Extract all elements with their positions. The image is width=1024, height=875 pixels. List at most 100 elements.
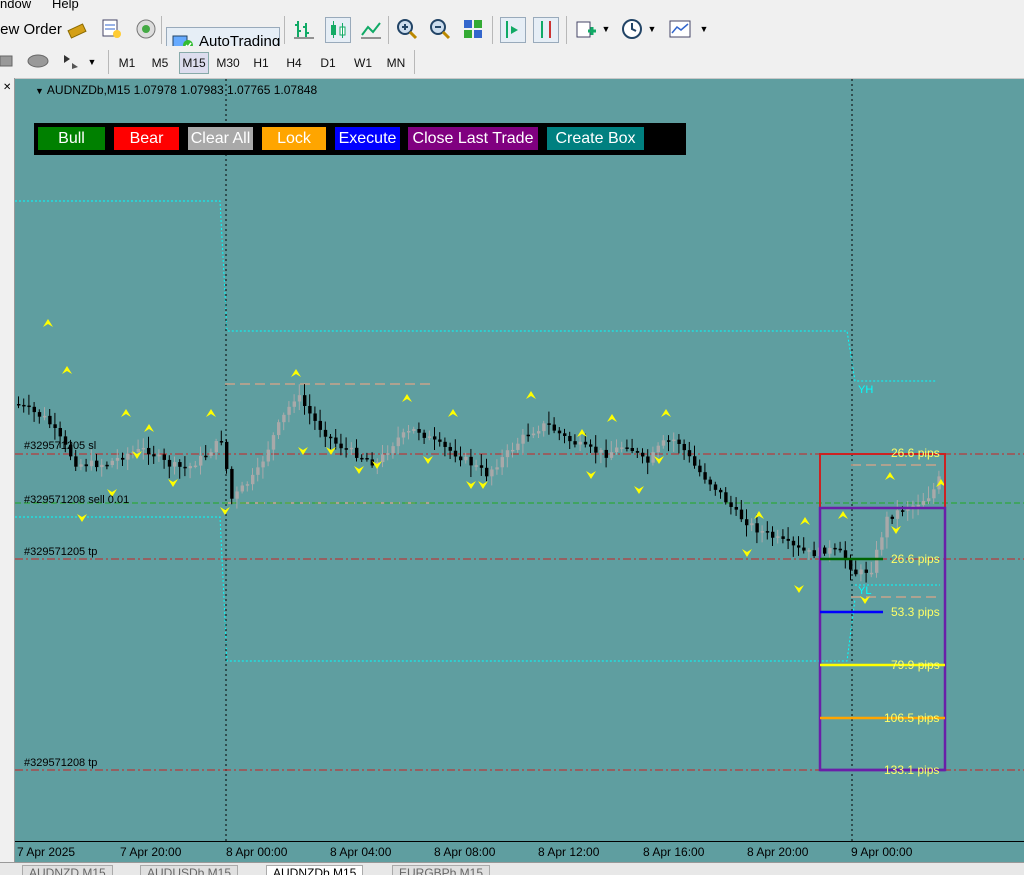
candles-group [17, 384, 941, 583]
candle-body [927, 498, 931, 501]
candle-body [277, 422, 281, 436]
arrows-icon[interactable] [60, 51, 84, 75]
candle-body [552, 424, 556, 431]
timeframe-m5[interactable]: M5 [146, 52, 174, 74]
candle-body [573, 441, 577, 445]
candle-body [760, 531, 764, 533]
toolbar-separator [108, 50, 109, 74]
candle-body [703, 472, 707, 480]
candle-body [105, 464, 109, 467]
candle-body [594, 446, 598, 453]
candle-body [141, 447, 146, 450]
lock-button[interactable]: Lock [262, 127, 326, 150]
candle-body [173, 462, 177, 467]
candle-body [823, 547, 827, 554]
periods-clock-icon[interactable] [620, 17, 644, 41]
timeframe-h4[interactable]: H4 [280, 52, 308, 74]
collapse-arrow-icon[interactable]: ▼ [35, 86, 44, 96]
templates-dropdown-icon[interactable]: ▼ [698, 22, 710, 36]
zoom-in-icon[interactable] [395, 17, 419, 41]
candle-body [739, 509, 744, 520]
candle-body [479, 465, 484, 468]
candle-body [136, 448, 140, 453]
create-box-button[interactable]: Create Box [547, 127, 644, 150]
candle-body [459, 456, 463, 461]
execute-button[interactable]: Execute [335, 127, 400, 150]
yl-marker: YL [858, 585, 872, 597]
candle-body [329, 436, 333, 439]
fractal-up-arrow [121, 409, 131, 417]
candle-body [745, 519, 749, 526]
data-window-icon[interactable] [100, 17, 124, 41]
candle-body [225, 441, 229, 469]
candle-body [724, 492, 728, 503]
indicators-dropdown-icon[interactable]: ▼ [600, 22, 612, 36]
timeframe-mn[interactable]: MN [381, 52, 411, 74]
fractal-arrows-group [43, 319, 946, 604]
candle-body [500, 457, 504, 468]
timeframe-d1[interactable]: D1 [314, 52, 342, 74]
candle-body [620, 447, 624, 449]
toolbar-separator [414, 50, 415, 74]
chart-area[interactable]: ▼ AUDNZDb,M15 1.07978 1.07983 1.07765 1.0… [15, 79, 1024, 841]
candle-body [386, 453, 390, 455]
candle-body [422, 432, 426, 438]
periods-dropdown-icon[interactable]: ▼ [646, 22, 658, 36]
candle-body [167, 459, 172, 467]
time-label: 8 Apr 00:00 [226, 845, 288, 859]
candlestick-chart-icon[interactable] [325, 17, 351, 43]
arrows-dropdown-icon[interactable]: ▼ [86, 55, 98, 69]
chart-shift-icon[interactable] [533, 17, 559, 43]
fractal-up-arrow [144, 424, 154, 432]
zoom-out-icon[interactable] [428, 17, 452, 41]
price-chart[interactable] [15, 79, 1024, 841]
templates-icon[interactable] [668, 17, 692, 41]
candle-body [32, 406, 36, 413]
bull-button[interactable]: Bull [38, 127, 105, 150]
candle-body [427, 436, 432, 438]
timeframe-w1[interactable]: W1 [348, 52, 378, 74]
menu-window[interactable]: ndow [0, 0, 31, 11]
signals-icon[interactable] [134, 17, 158, 41]
timeframe-m1[interactable]: M1 [113, 52, 141, 74]
candle-body [464, 456, 468, 461]
candle-body [916, 504, 920, 507]
bear-button[interactable]: Bear [114, 127, 179, 150]
candle-body [323, 429, 328, 437]
candle-body [583, 441, 588, 445]
new-order-button[interactable]: ew Order [0, 16, 62, 42]
menu-help[interactable]: Help [52, 0, 79, 11]
candle-body [251, 474, 255, 485]
ellipse-icon[interactable] [26, 51, 50, 75]
candle-body [526, 434, 530, 437]
candle-body [542, 423, 546, 432]
candle-body [74, 456, 78, 467]
close-panel-icon[interactable]: ✕ [3, 82, 11, 93]
timeframe-m15[interactable]: M15 [179, 52, 209, 74]
candle-body [828, 547, 832, 554]
candle-body [615, 447, 619, 453]
candle-body [630, 447, 634, 452]
candle-body [84, 464, 88, 467]
timeframe-m30[interactable]: M30 [213, 52, 243, 74]
auto-scroll-icon[interactable] [500, 17, 526, 43]
fractal-up-arrow [291, 369, 301, 377]
close-last-trade-button[interactable]: Close Last Trade [408, 127, 538, 150]
fractal-down-arrow [654, 456, 664, 464]
candle-body [490, 469, 494, 477]
clear-all-button[interactable]: Clear All [188, 127, 253, 150]
candle-body [568, 435, 572, 442]
fractal-up-arrow [448, 409, 458, 417]
tile-windows-icon[interactable] [461, 17, 485, 41]
rectangle-icon[interactable] [0, 51, 14, 71]
chart-tabs: AUDNZD,M15 AUDUSDb,M15 AUDNZDb,M15 EURGB… [0, 862, 1024, 875]
candle-body [786, 538, 790, 541]
gold-bars-icon[interactable] [66, 17, 90, 41]
fractal-up-arrow [885, 472, 895, 480]
indicators-icon[interactable] [574, 17, 598, 41]
timeframe-h1[interactable]: H1 [247, 52, 275, 74]
line-chart-icon[interactable] [359, 17, 383, 41]
risk-box[interactable] [819, 453, 946, 509]
time-label: 8 Apr 16:00 [643, 845, 705, 859]
bar-chart-icon[interactable] [292, 17, 316, 41]
